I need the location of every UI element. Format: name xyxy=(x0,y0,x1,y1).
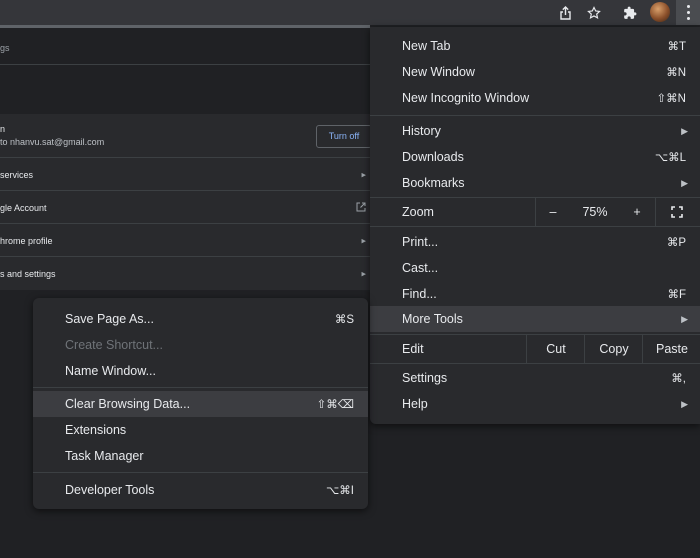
menu-shortcut: ⇧⌘N xyxy=(656,93,686,105)
toolbar-divider xyxy=(0,25,370,28)
menu-separator xyxy=(370,226,700,227)
chevron-right-icon: ▸ xyxy=(361,169,366,179)
menu-shortcut: ⌥⌘I xyxy=(326,485,354,497)
zoom-controls: – 75% + xyxy=(535,198,700,226)
star-icon[interactable] xyxy=(583,2,605,24)
settings-row-import-settings[interactable]: s and settings ▸ xyxy=(0,256,372,290)
menu-shortcut: ⇧⌘⌫ xyxy=(316,399,354,411)
turn-off-sync-button[interactable]: Turn off xyxy=(316,125,372,148)
browser-toolbar xyxy=(0,0,700,25)
menu-shortcut: ⌘T xyxy=(667,41,686,53)
chevron-right-icon: ▸ xyxy=(361,235,366,245)
menu-item-settings[interactable]: Settings ⌘, xyxy=(370,365,700,391)
external-link-icon xyxy=(356,202,366,214)
menu-item-label: Settings xyxy=(402,371,448,385)
zoom-in-button[interactable]: + xyxy=(620,198,654,226)
kebab-menu-icon[interactable] xyxy=(676,0,700,25)
menu-item-label: Clear Browsing Data... xyxy=(65,397,191,411)
share-icon[interactable] xyxy=(554,2,576,24)
menu-shortcut: ⌘, xyxy=(671,373,686,385)
menu-separator xyxy=(370,115,700,116)
menu-item-label: Cast... xyxy=(402,261,439,275)
menu-item-label: New Incognito Window xyxy=(402,91,530,105)
settings-row-services[interactable]: services ▸ xyxy=(0,157,372,191)
settings-row-google-account[interactable]: gle Account xyxy=(0,190,372,224)
copy-button[interactable]: Copy xyxy=(584,335,643,363)
menu-item-label: More Tools xyxy=(402,312,463,326)
account-email: to nhanvu.sat@gmail.com xyxy=(0,137,105,147)
submenu-arrow-icon: ▶ xyxy=(681,125,688,136)
menu-item-print[interactable]: Print... ⌘P xyxy=(370,229,700,255)
settings-row-chrome-profile[interactable]: hrome profile ▸ xyxy=(0,223,372,257)
menu-separator xyxy=(370,363,700,364)
menu-edit-row: Edit Cut Copy Paste xyxy=(370,335,700,363)
settings-row-label: services xyxy=(0,170,34,180)
zoom-out-button[interactable]: – xyxy=(536,198,570,226)
menu-item-cast[interactable]: Cast... xyxy=(370,255,700,281)
paste-button[interactable]: Paste xyxy=(642,335,700,363)
menu-shortcut: ⌘N xyxy=(666,67,686,79)
menu-item-new-window[interactable]: New Window ⌘N xyxy=(370,59,700,85)
more-tools-submenu: Save Page As... ⌘S Create Shortcut... Na… xyxy=(33,298,368,509)
menu-item-history[interactable]: History ▶ xyxy=(370,118,700,144)
submenu-arrow-icon: ▶ xyxy=(681,177,688,188)
menu-item-new-incognito-window[interactable]: New Incognito Window ⇧⌘N xyxy=(370,85,700,111)
menu-item-create-shortcut: Create Shortcut... xyxy=(33,332,368,358)
avatar[interactable] xyxy=(650,2,670,22)
menu-item-label: Downloads xyxy=(402,150,464,164)
menu-item-label: History xyxy=(402,124,441,138)
menu-item-label: New Tab xyxy=(402,39,451,53)
menu-item-new-tab[interactable]: New Tab ⌘T xyxy=(370,33,700,59)
account-title: n xyxy=(0,124,6,134)
edit-label: Edit xyxy=(402,342,424,356)
puzzle-extension-icon[interactable] xyxy=(619,2,641,24)
menu-item-help[interactable]: Help ▶ xyxy=(370,391,700,417)
menu-item-label: New Window xyxy=(402,65,475,79)
menu-separator xyxy=(33,387,368,388)
menu-item-task-manager[interactable]: Task Manager xyxy=(33,443,368,469)
menu-zoom-row: Zoom – 75% + xyxy=(370,198,700,226)
menu-item-label: Task Manager xyxy=(65,449,144,463)
menu-item-label: Bookmarks xyxy=(402,176,465,190)
submenu-arrow-icon: ▶ xyxy=(681,313,688,324)
settings-spacer xyxy=(0,66,372,114)
menu-separator xyxy=(33,472,368,473)
zoom-level: 75% xyxy=(582,205,608,219)
menu-item-more-tools[interactable]: More Tools ▶ xyxy=(370,306,700,332)
fullscreen-icon[interactable] xyxy=(671,206,683,218)
menu-shortcut: ⌘P xyxy=(666,237,686,249)
settings-row-label: gle Account xyxy=(0,203,47,213)
menu-item-downloads[interactable]: Downloads ⌥⌘L xyxy=(370,144,700,170)
menu-item-label: Help xyxy=(402,397,428,411)
settings-search-bar[interactable]: gs xyxy=(0,32,372,65)
cut-button[interactable]: Cut xyxy=(526,335,585,363)
chrome-main-menu: New Tab ⌘T New Window ⌘N New Incognito W… xyxy=(370,27,700,424)
menu-shortcut: ⌘F xyxy=(667,289,686,301)
menu-item-label: Save Page As... xyxy=(65,312,154,326)
zoom-divider xyxy=(655,198,656,226)
zoom-label: Zoom xyxy=(402,205,434,219)
menu-item-developer-tools[interactable]: Developer Tools ⌥⌘I xyxy=(33,477,368,503)
menu-item-save-page-as[interactable]: Save Page As... ⌘S xyxy=(33,306,368,332)
settings-row-label: hrome profile xyxy=(0,236,53,246)
menu-item-name-window[interactable]: Name Window... xyxy=(33,358,368,384)
settings-search-text: gs xyxy=(0,43,10,53)
menu-item-label: Extensions xyxy=(65,423,127,437)
menu-item-label: Print... xyxy=(402,235,439,249)
menu-item-find[interactable]: Find... ⌘F xyxy=(370,281,700,307)
submenu-arrow-icon: ▶ xyxy=(681,398,688,409)
chevron-right-icon: ▸ xyxy=(361,268,366,278)
menu-item-extensions[interactable]: Extensions xyxy=(33,417,368,443)
menu-item-label: Name Window... xyxy=(65,364,157,378)
menu-shortcut: ⌘S xyxy=(334,314,354,326)
settings-row-label: s and settings xyxy=(0,269,56,279)
menu-shortcut: ⌥⌘L xyxy=(654,152,686,164)
menu-item-label: Find... xyxy=(402,287,437,301)
menu-item-label: Create Shortcut... xyxy=(65,338,163,352)
menu-item-label: Developer Tools xyxy=(65,483,155,497)
menu-item-clear-browsing-data[interactable]: Clear Browsing Data... ⇧⌘⌫ xyxy=(33,391,368,417)
menu-item-bookmarks[interactable]: Bookmarks ▶ xyxy=(370,170,700,196)
